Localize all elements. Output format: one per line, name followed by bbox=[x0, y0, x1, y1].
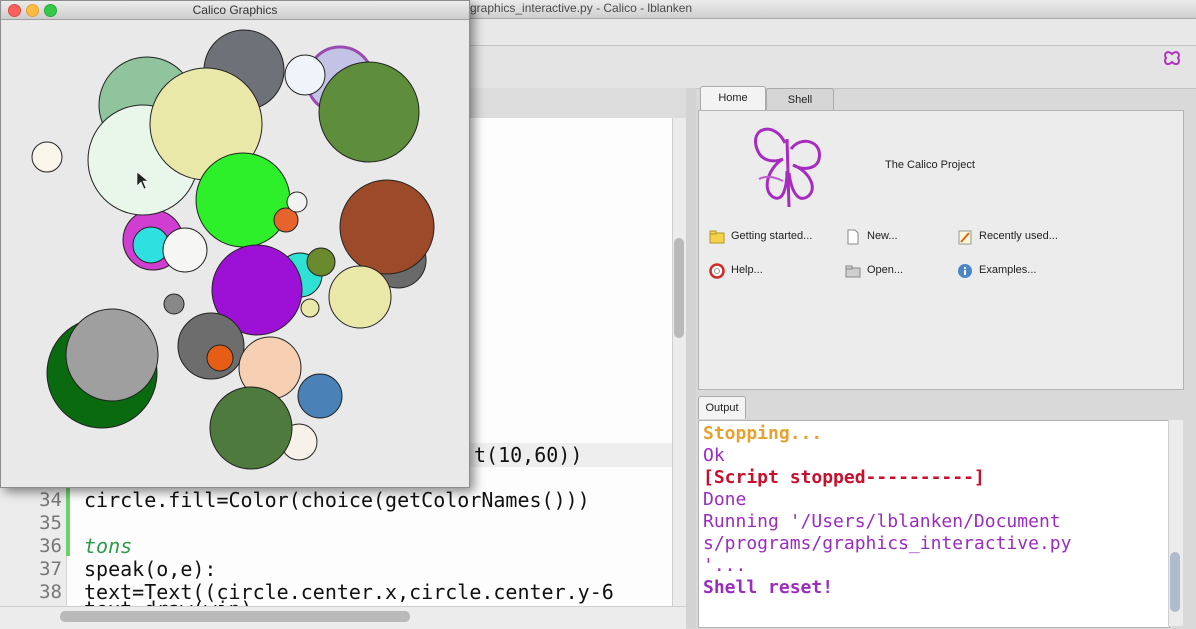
graphics-canvas[interactable] bbox=[1, 20, 469, 487]
line-number: 37 bbox=[39, 558, 62, 580]
canvas-circle-19[interactable] bbox=[339, 179, 435, 275]
graphics-window-title: Calico Graphics bbox=[192, 3, 278, 17]
line-number: 35 bbox=[39, 512, 62, 534]
canvas-circle-21[interactable] bbox=[163, 293, 185, 315]
info-icon bbox=[958, 264, 972, 278]
canvas-circle-20[interactable] bbox=[328, 265, 392, 329]
home-panel: Home Shell The Calico Project Getting st… bbox=[696, 86, 1186, 390]
code-line[interactable]: tons bbox=[84, 535, 132, 558]
output-panel: Output Stopping... Ok [Script stopped---… bbox=[696, 396, 1186, 628]
canvas-circle-4[interactable] bbox=[318, 61, 420, 163]
open-label[interactable]: Open... bbox=[867, 264, 903, 276]
calico-butterfly-logo bbox=[754, 127, 821, 208]
calico-butterfly-icon[interactable] bbox=[1162, 50, 1182, 70]
output-vertical-scroll-thumb[interactable] bbox=[1170, 552, 1180, 612]
pencil-document-icon bbox=[958, 230, 972, 245]
code-line-partial[interactable]: t(10,60)) bbox=[474, 444, 582, 467]
code-line[interactable]: circle.fill=Color(choice(getColorNames()… bbox=[84, 489, 590, 512]
recently-used-label[interactable]: Recently used... bbox=[979, 230, 1058, 242]
output-line: s/programs/graphics_interactive.py bbox=[703, 533, 1072, 554]
canvas-circle-17[interactable] bbox=[300, 298, 320, 318]
folder-star-icon bbox=[709, 230, 725, 244]
code-line[interactable]: text.draw(win) bbox=[84, 598, 253, 606]
output-line: Done bbox=[703, 489, 747, 510]
examples-label[interactable]: Examples... bbox=[979, 264, 1036, 276]
output-line: '... bbox=[703, 555, 747, 576]
tab-shell[interactable]: Shell bbox=[766, 88, 834, 111]
home-content: The Calico Project Getting started... Ne… bbox=[698, 110, 1184, 390]
canvas-circle-25[interactable] bbox=[65, 308, 159, 402]
tab-output[interactable]: Output bbox=[698, 396, 746, 419]
getting-started-label[interactable]: Getting started... bbox=[731, 230, 812, 242]
line-number: 34 bbox=[39, 489, 62, 511]
canvas-circle-29[interactable] bbox=[209, 386, 293, 470]
line-number: 36 bbox=[39, 535, 62, 557]
new-label[interactable]: New... bbox=[867, 230, 898, 242]
ide-window-title: graphics_interactive.py - Calico - lblan… bbox=[470, 1, 693, 15]
canvas-circle-3[interactable] bbox=[284, 54, 326, 96]
new-file-icon bbox=[847, 229, 859, 245]
pane-splitter[interactable] bbox=[686, 88, 696, 628]
editor-vertical-scroll-thumb[interactable] bbox=[674, 238, 684, 338]
graphics-window[interactable]: Calico Graphics bbox=[0, 0, 470, 488]
window-minimize-button[interactable] bbox=[26, 4, 39, 17]
output-line: Running '/Users/lblanken/Document bbox=[703, 511, 1061, 532]
window-close-button[interactable] bbox=[8, 4, 21, 17]
calico-project-title: The Calico Project bbox=[885, 159, 975, 171]
editor-horizontal-scroll-thumb[interactable] bbox=[60, 611, 410, 622]
canvas-circle-13[interactable] bbox=[162, 227, 208, 273]
canvas-circle-27[interactable] bbox=[297, 373, 343, 419]
help-label[interactable]: Help... bbox=[731, 264, 763, 276]
tab-home[interactable]: Home bbox=[700, 86, 766, 111]
canvas-circle-10[interactable] bbox=[195, 152, 291, 248]
canvas-circle-23[interactable] bbox=[206, 344, 234, 372]
editor-vertical-scrollbar[interactable] bbox=[672, 118, 687, 606]
canvas-circle-22[interactable] bbox=[177, 312, 245, 380]
open-folder-icon bbox=[845, 265, 861, 278]
modified-lines-marker bbox=[66, 488, 70, 556]
code-line[interactable]: speak(o,e): bbox=[84, 558, 216, 581]
output-line: Shell reset! bbox=[703, 577, 834, 598]
canvas-circle-12[interactable] bbox=[286, 191, 308, 213]
output-line: Stopping... bbox=[703, 423, 823, 444]
line-number: 38 bbox=[39, 581, 62, 603]
help-lifebuoy-icon bbox=[709, 263, 725, 279]
canvas-circle-15[interactable] bbox=[306, 247, 336, 277]
output-line: [Script stopped----------] bbox=[703, 467, 985, 488]
output-console[interactable]: Stopping... Ok [Script stopped----------… bbox=[698, 420, 1170, 628]
canvas-circle-5[interactable] bbox=[31, 141, 63, 173]
output-line: Ok bbox=[703, 445, 725, 466]
window-zoom-button[interactable] bbox=[44, 4, 57, 17]
